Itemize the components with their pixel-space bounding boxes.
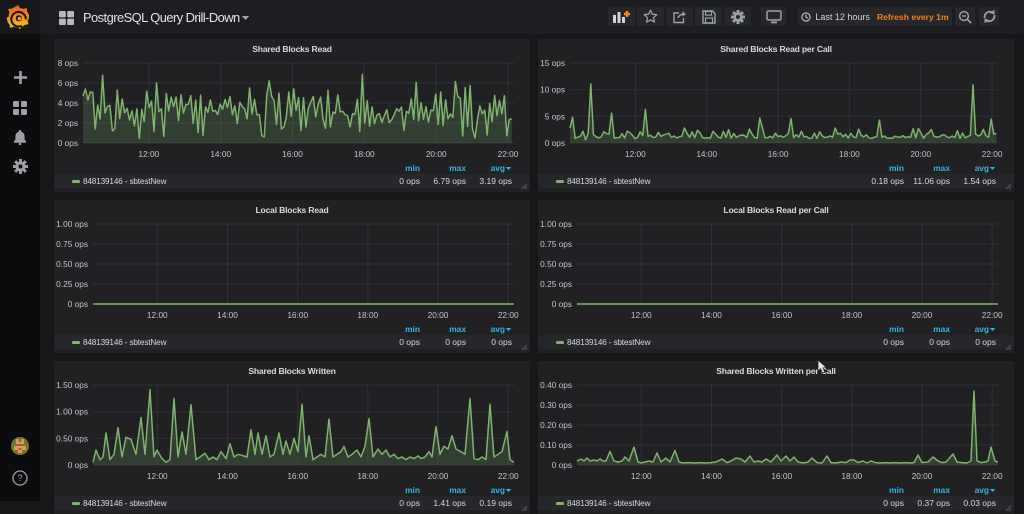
svg-text:22:00: 22:00 (498, 149, 519, 159)
svg-text:0.75 ops: 0.75 ops (540, 239, 572, 249)
svg-text:16:00: 16:00 (771, 310, 792, 320)
svg-text:20:00: 20:00 (428, 310, 449, 320)
svg-text:12:00: 12:00 (631, 471, 652, 481)
svg-text:16:00: 16:00 (287, 310, 308, 320)
svg-text:12:00: 12:00 (631, 310, 652, 320)
svg-text:22:00: 22:00 (982, 310, 1003, 320)
svg-text:22:00: 22:00 (498, 471, 519, 481)
svg-text:14:00: 14:00 (210, 149, 231, 159)
svg-text:22:00: 22:00 (498, 310, 519, 320)
svg-text:22:00: 22:00 (982, 149, 1003, 159)
svg-text:0.25 ops: 0.25 ops (56, 279, 88, 289)
svg-text:12:00: 12:00 (138, 149, 159, 159)
svg-text:16:00: 16:00 (771, 471, 792, 481)
svg-text:22:00: 22:00 (982, 471, 1003, 481)
svg-text:0 ops: 0 ops (58, 138, 78, 148)
svg-text:18:00: 18:00 (357, 471, 378, 481)
svg-text:16:00: 16:00 (768, 149, 789, 159)
svg-text:0 ops: 0 ops (552, 460, 572, 470)
svg-text:14:00: 14:00 (696, 149, 717, 159)
svg-text:16:00: 16:00 (287, 471, 308, 481)
svg-text:6 ops: 6 ops (58, 78, 78, 88)
svg-text:12:00: 12:00 (625, 149, 646, 159)
svg-text:0 ops: 0 ops (545, 138, 565, 148)
svg-text:5 ops: 5 ops (545, 111, 565, 121)
svg-text:1.50 ops: 1.50 ops (56, 380, 88, 390)
svg-text:20:00: 20:00 (428, 471, 449, 481)
svg-text:0 ops: 0 ops (68, 299, 88, 309)
svg-text:0.40 ops: 0.40 ops (540, 380, 572, 390)
svg-text:0.50 ops: 0.50 ops (56, 433, 88, 443)
svg-text:18:00: 18:00 (357, 310, 378, 320)
svg-text:4 ops: 4 ops (58, 98, 78, 108)
svg-text:18:00: 18:00 (839, 149, 860, 159)
svg-text:1.00 ops: 1.00 ops (56, 407, 88, 417)
svg-text:1.00 ops: 1.00 ops (56, 219, 88, 229)
svg-text:0.20 ops: 0.20 ops (540, 420, 572, 430)
svg-text:2 ops: 2 ops (58, 118, 78, 128)
svg-text:14:00: 14:00 (701, 471, 722, 481)
svg-text:0 ops: 0 ops (68, 460, 88, 470)
svg-text:20:00: 20:00 (912, 310, 933, 320)
svg-text:0.25 ops: 0.25 ops (540, 279, 572, 289)
svg-text:20:00: 20:00 (426, 149, 447, 159)
svg-text:1.00 ops: 1.00 ops (540, 219, 572, 229)
svg-text:12:00: 12:00 (147, 310, 168, 320)
svg-text:?: ? (17, 473, 22, 484)
svg-text:0.75 ops: 0.75 ops (56, 239, 88, 249)
svg-text:20:00: 20:00 (910, 149, 931, 159)
svg-text:0 ops: 0 ops (552, 299, 572, 309)
svg-text:0.10 ops: 0.10 ops (540, 440, 572, 450)
svg-text:8 ops: 8 ops (58, 58, 78, 68)
svg-text:0.30 ops: 0.30 ops (540, 400, 572, 410)
svg-text:14:00: 14:00 (217, 310, 238, 320)
svg-text:0.50 ops: 0.50 ops (56, 259, 88, 269)
svg-text:20:00: 20:00 (912, 471, 933, 481)
svg-text:18:00: 18:00 (841, 310, 862, 320)
svg-text:14:00: 14:00 (701, 310, 722, 320)
svg-text:14:00: 14:00 (217, 471, 238, 481)
svg-text:18:00: 18:00 (841, 471, 862, 481)
svg-text:12:00: 12:00 (147, 471, 168, 481)
svg-text:10 ops: 10 ops (540, 85, 565, 95)
svg-text:0.50 ops: 0.50 ops (540, 259, 572, 269)
svg-text:15 ops: 15 ops (540, 58, 565, 68)
svg-text:16:00: 16:00 (282, 149, 303, 159)
svg-text:18:00: 18:00 (354, 149, 375, 159)
